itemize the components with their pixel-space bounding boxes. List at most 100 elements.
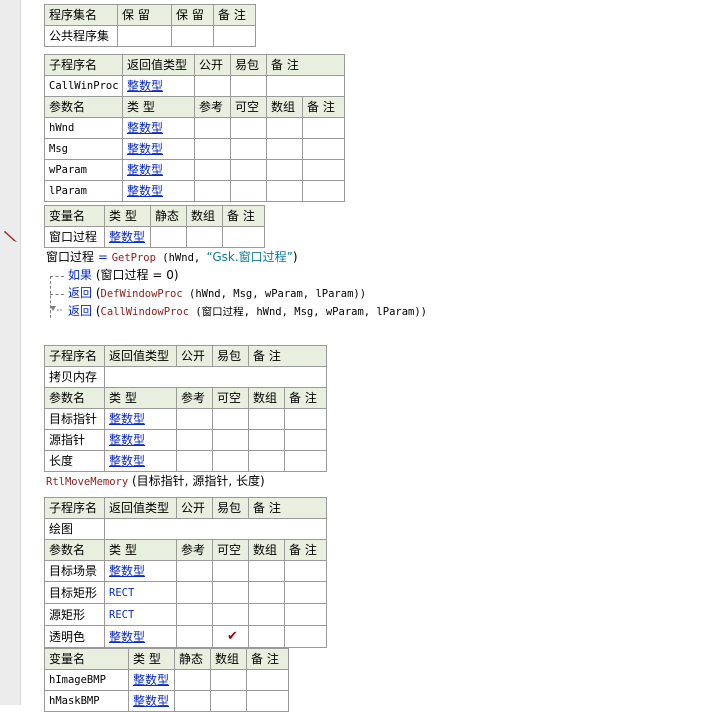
param-array-cell[interactable] xyxy=(248,408,285,430)
param-nullable-cell[interactable] xyxy=(212,581,249,604)
code-function[interactable]: DefWindowProc xyxy=(101,288,183,300)
var-static-cell[interactable] xyxy=(150,226,187,248)
code-function[interactable]: RtlMoveMemory xyxy=(46,476,128,488)
type-link[interactable]: 整数型 xyxy=(127,184,163,198)
param-ref-cell[interactable] xyxy=(176,581,213,604)
param-nullable-cell[interactable] xyxy=(230,180,267,202)
assembly-name-cell[interactable]: 公共程序集 xyxy=(44,25,118,47)
type-link[interactable]: 整数型 xyxy=(109,564,145,578)
param-type-cell[interactable]: 整数型 xyxy=(104,625,177,648)
param-note-cell[interactable] xyxy=(302,159,345,181)
assembly-cell[interactable] xyxy=(213,25,256,47)
sub-easypkg-cell[interactable] xyxy=(230,75,267,97)
param-nullable-cell[interactable] xyxy=(212,560,249,582)
var-row[interactable]: hMaskBMP 整数型 xyxy=(44,690,289,712)
param-name-cell[interactable]: 长度 xyxy=(44,450,105,472)
param-row[interactable]: 长度 整数型 xyxy=(44,450,327,472)
param-note-cell[interactable] xyxy=(284,450,327,472)
param-type-cell[interactable]: 整数型 xyxy=(104,450,177,472)
param-name-cell[interactable]: 源指针 xyxy=(44,429,105,451)
code-line[interactable]: 返回 (CallWindowProc (窗口过程, hWnd, Msg, wPa… xyxy=(68,303,427,321)
param-note-cell[interactable] xyxy=(302,180,345,202)
param-array-cell[interactable] xyxy=(248,450,285,472)
param-ref-cell[interactable] xyxy=(194,159,231,181)
var-type-cell[interactable]: 整数型 xyxy=(104,226,151,248)
sub-info-row[interactable]: 绘图 xyxy=(44,518,327,540)
code-keyword[interactable]: 返回 xyxy=(68,286,92,300)
param-nullable-cell[interactable] xyxy=(230,159,267,181)
param-note-cell[interactable] xyxy=(284,408,327,430)
var-type-cell[interactable]: 整数型 xyxy=(128,669,175,691)
param-array-cell[interactable] xyxy=(248,603,285,626)
sub-name-cell[interactable]: CallWinProc xyxy=(44,75,123,97)
param-ref-cell[interactable] xyxy=(176,625,213,648)
param-note-cell[interactable] xyxy=(284,429,327,451)
code-line[interactable]: RtlMoveMemory (目标指针, 源指针, 长度) xyxy=(46,473,265,491)
param-note-cell[interactable] xyxy=(284,560,327,582)
param-row[interactable]: 目标场景 整数型 xyxy=(44,560,327,582)
param-ref-cell[interactable] xyxy=(194,180,231,202)
sub-name-cell[interactable]: 绘图 xyxy=(44,518,105,540)
param-row[interactable]: 源指针 整数型 xyxy=(44,429,327,451)
code-function[interactable]: GetProp xyxy=(112,252,156,264)
param-name-cell[interactable]: hWnd xyxy=(44,117,123,139)
param-name-cell[interactable]: 目标指针 xyxy=(44,408,105,430)
param-array-cell[interactable] xyxy=(248,560,285,582)
sub-return-type-cell[interactable] xyxy=(104,366,327,388)
param-note-cell[interactable] xyxy=(284,581,327,604)
var-name-cell[interactable]: 窗口过程 xyxy=(44,226,105,248)
type-link[interactable]: 整数型 xyxy=(109,412,145,426)
type-link[interactable]: 整数型 xyxy=(109,454,145,468)
code-function[interactable]: CallWindowProc xyxy=(101,306,190,318)
param-note-cell[interactable] xyxy=(284,603,327,626)
param-type-cell[interactable]: RECT xyxy=(104,603,177,626)
param-name-cell[interactable]: 源矩形 xyxy=(44,603,105,626)
assembly-cell[interactable] xyxy=(171,25,214,47)
param-name-cell[interactable]: Msg xyxy=(44,138,123,160)
breakpoint-pencil-icon[interactable] xyxy=(3,228,19,244)
param-row[interactable]: wParam 整数型 xyxy=(44,159,345,181)
param-nullable-cell[interactable] xyxy=(230,138,267,160)
param-row[interactable]: 透明色 整数型 ✔ xyxy=(44,625,327,648)
assembly-row[interactable]: 公共程序集 xyxy=(44,25,256,47)
param-nullable-cell[interactable] xyxy=(212,429,249,451)
param-row[interactable]: 目标指针 整数型 xyxy=(44,408,327,430)
var-array-cell[interactable] xyxy=(210,669,247,691)
code-keyword[interactable]: 如果 xyxy=(68,268,92,282)
sub-note-cell[interactable] xyxy=(266,75,345,97)
param-ref-cell[interactable] xyxy=(176,560,213,582)
param-nullable-cell[interactable]: ✔ xyxy=(212,625,249,648)
param-note-cell[interactable] xyxy=(284,625,327,648)
type-link[interactable]: 整数型 xyxy=(133,673,169,687)
type-link[interactable]: 整数型 xyxy=(133,694,169,708)
param-nullable-cell[interactable] xyxy=(212,450,249,472)
param-name-cell[interactable]: lParam xyxy=(44,180,123,202)
param-type-cell[interactable]: 整数型 xyxy=(104,408,177,430)
sub-return-type-cell[interactable] xyxy=(104,518,327,540)
type-link[interactable]: 整数型 xyxy=(109,433,145,447)
param-array-cell[interactable] xyxy=(248,581,285,604)
param-type-cell[interactable]: 整数型 xyxy=(104,429,177,451)
param-name-cell[interactable]: 透明色 xyxy=(44,625,105,648)
type-link[interactable]: RECT xyxy=(109,609,134,621)
param-row[interactable]: lParam 整数型 xyxy=(44,180,345,202)
param-note-cell[interactable] xyxy=(302,138,345,160)
param-array-cell[interactable] xyxy=(266,159,303,181)
param-nullable-cell[interactable] xyxy=(212,408,249,430)
var-note-cell[interactable] xyxy=(246,669,289,691)
param-name-cell[interactable]: wParam xyxy=(44,159,123,181)
param-name-cell[interactable]: 目标矩形 xyxy=(44,581,105,604)
code-line[interactable]: 窗口过程 = GetProp (hWnd, “Gsk.窗口过程”) xyxy=(46,249,298,267)
param-ref-cell[interactable] xyxy=(176,603,213,626)
code-line[interactable]: 返回 (DefWindowProc (hWnd, Msg, wParam, lP… xyxy=(68,285,366,303)
sub-info-row[interactable]: 拷贝内存 xyxy=(44,366,327,388)
param-ref-cell[interactable] xyxy=(194,138,231,160)
param-name-cell[interactable]: 目标场景 xyxy=(44,560,105,582)
type-link[interactable]: 整数型 xyxy=(127,79,163,93)
var-note-cell[interactable] xyxy=(222,226,265,248)
param-row[interactable]: 源矩形 RECT xyxy=(44,603,327,626)
param-array-cell[interactable] xyxy=(266,138,303,160)
code-keyword[interactable]: 返回 xyxy=(68,304,92,318)
type-link[interactable]: 整数型 xyxy=(127,163,163,177)
sub-info-row[interactable]: CallWinProc 整数型 xyxy=(44,75,345,97)
